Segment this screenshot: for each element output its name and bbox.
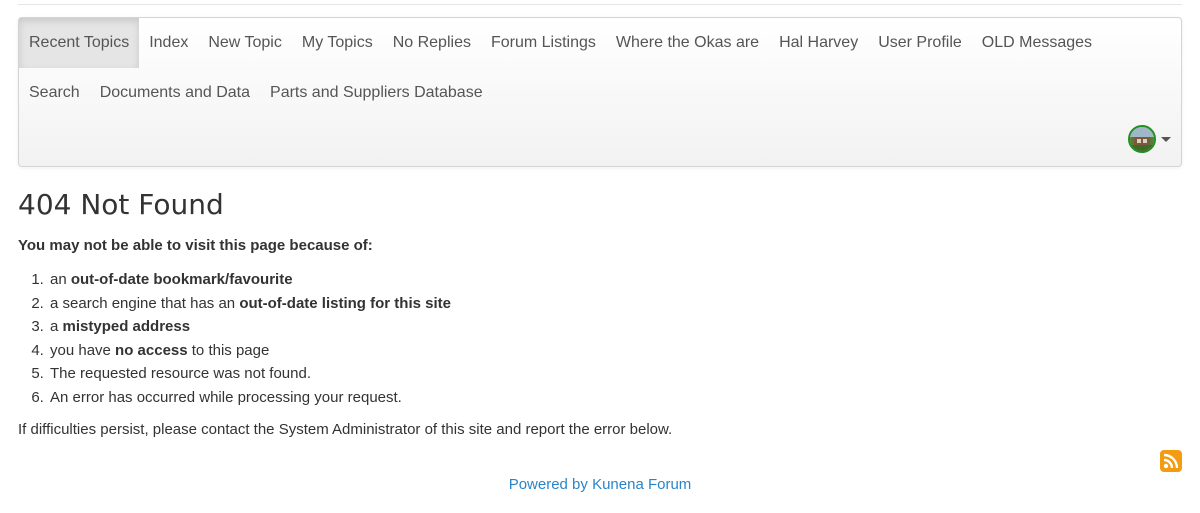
reason-text: you have (50, 341, 116, 359)
nav-item-hal-harvey[interactable]: Hal Harvey (769, 18, 868, 68)
reason-emphasis: no access (115, 341, 188, 359)
persist-message: If difficulties persist, please contact … (18, 421, 673, 438)
reason-text: an (50, 271, 71, 288)
nav-item-parts-and-suppliers-database[interactable]: Parts and Suppliers Database (260, 68, 493, 118)
reason-text-suffix: to this page (187, 341, 270, 359)
rss-icon[interactable] (1160, 450, 1182, 472)
nav-item-documents-and-data[interactable]: Documents and Data (90, 68, 260, 118)
list-item: An error has occurred while processing y… (48, 386, 451, 410)
nav-item-forum-listings[interactable]: Forum Listings (481, 18, 606, 68)
reason-emphasis: out-of-date listing for this site (239, 294, 451, 312)
nav-row-1: Recent Topics Index New Topic My Topics … (19, 18, 1102, 68)
list-item: a mistyped address (48, 315, 451, 339)
reason-text: An error has occurred while processing y… (50, 388, 402, 406)
reason-text: The requested resource was not found. (50, 365, 311, 382)
nav-item-index[interactable]: Index (139, 18, 198, 68)
powered-by-link[interactable]: Powered by Kunena Forum (0, 476, 1200, 493)
nav-item-user-profile[interactable]: User Profile (868, 18, 972, 68)
chevron-down-icon (1161, 136, 1171, 142)
error-lead: You may not be able to visit this page b… (18, 237, 373, 254)
nav-item-where-the-okas-are[interactable]: Where the Okas are (606, 18, 769, 68)
reason-emphasis: out-of-date bookmark/favourite (70, 271, 293, 288)
nav-row-2: Search Documents and Data Parts and Supp… (19, 68, 493, 118)
nav-item-my-topics[interactable]: My Topics (292, 18, 383, 68)
page-title: 404 Not Found (18, 188, 224, 221)
reason-text: a search engine that has an (50, 294, 240, 312)
list-item: a search engine that has an out-of-date … (48, 292, 451, 316)
nav-item-search[interactable]: Search (19, 68, 90, 118)
list-item: an out-of-date bookmark/favourite (48, 268, 451, 292)
nav-item-recent-topics[interactable]: Recent Topics (19, 18, 140, 68)
nav-item-new-topic[interactable]: New Topic (198, 18, 292, 68)
user-menu-toggle[interactable] (1128, 125, 1171, 153)
list-item: you have no access to this page (48, 339, 451, 363)
top-divider (18, 4, 1182, 5)
reason-emphasis: mistyped address (62, 318, 191, 335)
nav-item-no-replies[interactable]: No Replies (383, 18, 481, 68)
user-avatar-icon (1128, 125, 1156, 153)
list-item: The requested resource was not found. (48, 362, 451, 386)
nav-item-old-messages[interactable]: OLD Messages (972, 18, 1102, 68)
forum-navbar: Recent Topics Index New Topic My Topics … (18, 17, 1182, 167)
reason-text: a (50, 318, 63, 335)
reasons-list: an out-of-date bookmark/favourite a sear… (18, 268, 451, 409)
